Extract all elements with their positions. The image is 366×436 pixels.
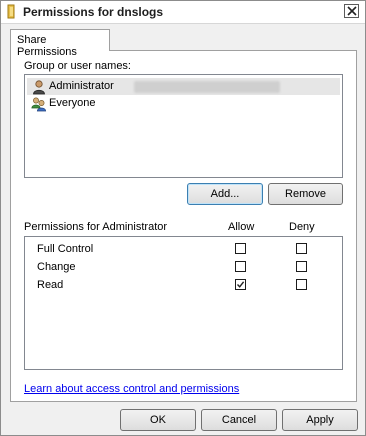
close-icon [347, 6, 357, 16]
deny-column-header: Deny [289, 221, 315, 233]
permission-name: Full Control [37, 243, 94, 255]
allow-full-control-checkbox[interactable] [235, 243, 246, 254]
group-icon [31, 97, 47, 112]
permissions-dialog: Permissions for dnslogs Share Permission… [0, 0, 366, 436]
permissions-header: Permissions for Administrator [24, 221, 168, 233]
deny-full-control-checkbox[interactable] [296, 243, 307, 254]
list-item-administrator[interactable]: Administrator [27, 78, 340, 95]
title-bar[interactable]: Permissions for dnslogs [1, 1, 365, 24]
checkmark-icon [236, 281, 245, 288]
allow-change-checkbox[interactable] [235, 261, 246, 272]
list-item-everyone[interactable]: Everyone [27, 95, 340, 112]
add-button[interactable]: Add... [187, 183, 263, 205]
list-item-label: Administrator [49, 80, 114, 92]
permission-name: Read [37, 279, 64, 291]
cancel-button[interactable]: Cancel [201, 409, 277, 431]
folder-icon [7, 4, 15, 19]
allow-read-checkbox[interactable] [235, 279, 246, 290]
allow-column-header: Allow [228, 221, 255, 233]
group-user-names-label: Group or user names: [24, 60, 131, 72]
user-icon [33, 80, 45, 95]
apply-button[interactable]: Apply [282, 409, 358, 431]
tab-label: Share Permissions [17, 34, 77, 58]
close-button[interactable] [344, 4, 359, 18]
deny-read-checkbox[interactable] [296, 279, 307, 290]
user-list[interactable]: Administrator Everyone [24, 74, 343, 178]
window-title: Permissions for dnslogs [23, 5, 164, 19]
permission-name: Change [37, 261, 76, 273]
remove-button[interactable]: Remove [268, 183, 343, 205]
access-control-help-link[interactable]: Learn about access control and permissio… [24, 383, 239, 395]
ok-button[interactable]: OK [120, 409, 196, 431]
deny-change-checkbox[interactable] [296, 261, 307, 272]
permissions-list: Full Control Change Read [24, 236, 343, 370]
obscured-detail [134, 81, 280, 93]
list-item-label: Everyone [49, 97, 96, 109]
tab-share-permissions[interactable]: Share Permissions [10, 29, 110, 58]
